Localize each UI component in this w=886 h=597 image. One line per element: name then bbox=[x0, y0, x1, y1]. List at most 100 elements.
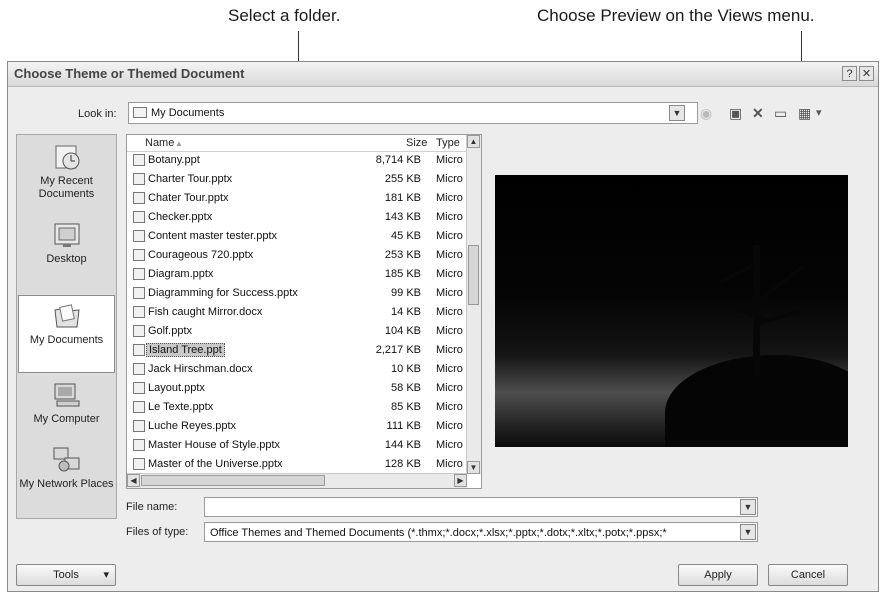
presentation-file-icon bbox=[133, 173, 145, 185]
file-row[interactable]: Chater Tour.pptx 181 KB Micro bbox=[127, 190, 467, 207]
presentation-file-icon bbox=[133, 382, 145, 394]
views-icon[interactable]: ▦ bbox=[798, 105, 811, 121]
sort-arrow-icon: ▲ bbox=[175, 139, 183, 148]
file-type: Micro bbox=[436, 192, 463, 204]
file-size: 58 KB bbox=[391, 382, 421, 394]
file-name: Content master tester.pptx bbox=[148, 230, 278, 242]
file-name: Checker.pptx bbox=[148, 211, 213, 223]
file-row[interactable]: Le Texte.pptx 85 KB Micro bbox=[127, 399, 467, 416]
scroll-down-icon[interactable]: ▼ bbox=[467, 461, 480, 474]
file-row[interactable]: Diagramming for Success.pptx 99 KB Micro bbox=[127, 285, 467, 302]
file-name: Diagramming for Success.pptx bbox=[148, 287, 298, 299]
place-my-documents[interactable]: My Documents bbox=[18, 295, 115, 373]
file-name: Chater Tour.pptx bbox=[148, 192, 229, 204]
file-size: 2,217 KB bbox=[375, 344, 421, 356]
apply-button[interactable]: Apply bbox=[678, 564, 758, 586]
vertical-scrollbar[interactable]: ▲ ▼ bbox=[466, 135, 481, 474]
file-name: Charter Tour.pptx bbox=[148, 173, 233, 185]
file-type: Micro bbox=[436, 344, 463, 356]
tools-button[interactable]: Tools ▾ bbox=[16, 564, 116, 586]
presentation-file-icon bbox=[133, 287, 145, 299]
file-name-input[interactable] bbox=[204, 497, 758, 517]
file-type: Micro bbox=[436, 173, 463, 185]
file-row[interactable]: Content master tester.pptx 45 KB Micro bbox=[127, 228, 467, 245]
file-type: Micro bbox=[436, 287, 463, 299]
look-in-dropdown-arrow[interactable]: ▼ bbox=[669, 105, 685, 121]
file-type: Micro bbox=[436, 382, 463, 394]
file-row[interactable]: Checker.pptx 143 KB Micro bbox=[127, 209, 467, 226]
file-row[interactable]: Luche Reyes.pptx 111 KB Micro bbox=[127, 418, 467, 435]
title-bar: Choose Theme or Themed Document ? ✕ bbox=[8, 62, 878, 87]
files-of-type-dropdown-arrow[interactable]: ▼ bbox=[740, 524, 756, 540]
place-my-recent-documents[interactable]: My Recent Documents bbox=[18, 137, 115, 215]
tree-branch bbox=[759, 309, 801, 325]
place-label: Desktop bbox=[46, 253, 87, 265]
file-list[interactable]: Name ▲ Size Type Botany.ppt 8,714 KB Micro… bbox=[126, 134, 482, 489]
file-row[interactable]: Fish caught Mirror.docx 14 KB Micro bbox=[127, 304, 467, 321]
file-size: 14 KB bbox=[391, 306, 421, 318]
file-name: Botany.ppt bbox=[148, 154, 200, 166]
place-label: My Computer bbox=[33, 413, 100, 425]
column-header-type[interactable]: Type bbox=[436, 137, 460, 149]
horizontal-scrollbar[interactable]: ◀ ▶ bbox=[127, 473, 467, 488]
column-header-name[interactable]: Name bbox=[145, 137, 174, 149]
vertical-scroll-thumb[interactable] bbox=[468, 245, 479, 305]
presentation-file-icon bbox=[133, 458, 145, 470]
place-my-network-places[interactable]: My Network Places bbox=[18, 440, 115, 518]
scroll-up-icon[interactable]: ▲ bbox=[467, 135, 480, 148]
scroll-left-icon[interactable]: ◀ bbox=[127, 474, 140, 487]
file-size: 185 KB bbox=[384, 268, 421, 280]
folder-icon bbox=[133, 107, 147, 118]
presentation-file-icon bbox=[133, 192, 145, 204]
file-row[interactable]: Courageous 720.pptx 253 KB Micro bbox=[127, 247, 467, 264]
file-name: Jack Hirschman.docx bbox=[148, 363, 253, 375]
close-button[interactable]: ✕ bbox=[859, 66, 874, 81]
cancel-button[interactable]: Cancel bbox=[768, 564, 848, 586]
views-menu-arrow-icon[interactable]: ▾ bbox=[816, 105, 822, 121]
word-document-icon bbox=[133, 306, 145, 318]
place-desktop[interactable]: Desktop bbox=[18, 215, 115, 293]
file-size: 85 KB bbox=[391, 401, 421, 413]
file-row[interactable]: Botany.ppt 8,714 KB Micro bbox=[127, 152, 467, 169]
new-folder-icon[interactable]: ▭ bbox=[774, 105, 787, 121]
file-type: Micro bbox=[436, 420, 463, 432]
file-row[interactable]: Master of the Universe.pptx 128 KB Micro bbox=[127, 456, 467, 473]
file-size: 255 KB bbox=[384, 173, 421, 185]
column-header-size[interactable]: Size bbox=[406, 137, 427, 149]
presentation-file-icon bbox=[133, 325, 145, 337]
callout-choose-preview: Choose Preview on the Views menu. bbox=[537, 6, 815, 25]
file-row[interactable]: Layout.pptx 58 KB Micro bbox=[127, 380, 467, 397]
look-in-dropdown[interactable]: My Documents bbox=[128, 102, 698, 124]
file-row[interactable]: Charter Tour.pptx 255 KB Micro bbox=[127, 171, 467, 188]
file-name: Golf.pptx bbox=[148, 325, 193, 337]
file-row[interactable]: Jack Hirschman.docx 10 KB Micro bbox=[127, 361, 467, 378]
file-name-dropdown-arrow[interactable]: ▼ bbox=[740, 499, 756, 515]
file-name: Le Texte.pptx bbox=[148, 401, 214, 413]
look-in-value: My Documents bbox=[151, 107, 225, 119]
delete-icon[interactable]: ✕ bbox=[752, 105, 764, 121]
up-one-level-icon[interactable]: ▣ bbox=[729, 105, 742, 121]
presentation-file-icon bbox=[133, 211, 145, 223]
help-button[interactable]: ? bbox=[842, 66, 857, 81]
file-type: Micro bbox=[436, 249, 463, 261]
file-size: 8,714 KB bbox=[375, 154, 421, 166]
my-documents-icon bbox=[52, 302, 82, 330]
file-row[interactable]: Golf.pptx 104 KB Micro bbox=[127, 323, 467, 340]
file-row[interactable]: Master House of Style.pptx 144 KB Micro bbox=[127, 437, 467, 454]
horizontal-scroll-thumb[interactable] bbox=[141, 475, 325, 486]
tools-label: Tools bbox=[53, 569, 79, 581]
scroll-right-icon[interactable]: ▶ bbox=[454, 474, 467, 487]
place-label: My Documents bbox=[29, 334, 104, 346]
file-type: Micro bbox=[436, 439, 463, 451]
file-type: Micro bbox=[436, 458, 463, 470]
presentation-file-icon bbox=[133, 249, 145, 261]
file-row[interactable]: Diagram.pptx 185 KB Micro bbox=[127, 266, 467, 283]
files-of-type-dropdown[interactable]: Office Themes and Themed Documents (*.th… bbox=[204, 522, 758, 542]
file-type: Micro bbox=[436, 230, 463, 242]
file-row[interactable]: Island Tree.ppt 2,217 KB Micro bbox=[127, 342, 467, 359]
preview-image bbox=[495, 175, 848, 447]
tree-branch bbox=[761, 264, 805, 300]
file-type: Micro bbox=[436, 401, 463, 413]
back-icon[interactable]: ◉ bbox=[700, 105, 712, 121]
file-size: 143 KB bbox=[384, 211, 421, 223]
